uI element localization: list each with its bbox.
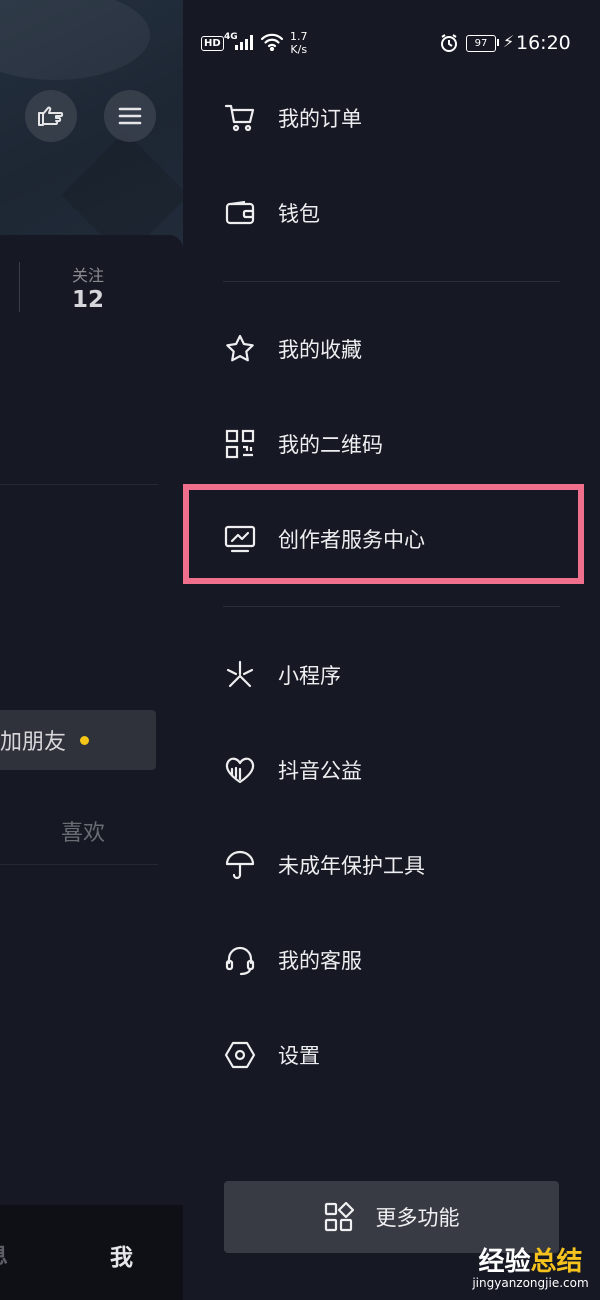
menu-item-label: 我的客服	[278, 949, 362, 973]
profile-page-background: 关注 12 加朋友 喜欢 息 我	[0, 0, 183, 1300]
cart-icon	[223, 101, 257, 135]
charging-icon: ⚡	[503, 32, 515, 51]
section-divider	[223, 606, 560, 607]
menu-item-charity[interactable]: 抖音公益	[223, 740, 563, 800]
signal-icon	[235, 34, 255, 50]
menu-item-label: 钱包	[278, 202, 320, 226]
wallet-icon	[223, 196, 257, 230]
add-friends-label: 加朋友	[0, 730, 67, 755]
stat-divider	[19, 262, 20, 312]
tab-divider	[0, 864, 158, 865]
network-speed: 1.7 K/s	[290, 30, 308, 56]
alarm-icon	[439, 33, 459, 53]
following-label[interactable]: 关注	[48, 262, 128, 286]
highlight-box	[183, 484, 584, 584]
wifi-icon	[260, 33, 284, 51]
menu-item-minor-protection[interactable]: 未成年保护工具	[223, 835, 563, 895]
menu-item-label: 我的订单	[278, 107, 362, 131]
bottom-nav	[0, 1205, 183, 1300]
watermark-url: jingyanzongjie.com	[472, 1276, 589, 1290]
cover-decoration	[0, 0, 150, 80]
battery-tip	[497, 39, 499, 46]
apps-grid-icon	[324, 1202, 354, 1232]
network-speed-value: 1.7	[290, 30, 308, 43]
hamburger-menu-icon	[118, 106, 142, 126]
nav-messages[interactable]: 息	[0, 1238, 8, 1270]
notification-dot	[80, 735, 90, 745]
headset-icon	[223, 943, 257, 977]
watermark-text-a: 经验	[478, 1247, 531, 1277]
tab-likes[interactable]: 喜欢	[48, 815, 118, 847]
menu-item-label: 小程序	[278, 664, 341, 688]
divider	[0, 484, 158, 485]
star-icon	[223, 332, 257, 366]
section-divider	[223, 281, 560, 282]
clock: 16:20	[516, 32, 571, 54]
menu-item-customer-service[interactable]: 我的客服	[223, 930, 563, 990]
qrcode-icon	[223, 427, 257, 461]
battery-level: 97	[466, 35, 496, 52]
menu-item-mini-programs[interactable]: 小程序	[223, 645, 563, 705]
menu-item-label: 我的收藏	[278, 338, 362, 362]
menu-item-wallet[interactable]: 钱包	[223, 183, 563, 243]
menu-item-settings[interactable]: 设置	[223, 1025, 563, 1085]
menu-item-label: 设置	[278, 1044, 320, 1068]
pointing-hand-icon	[36, 103, 66, 129]
more-features-label: 更多功能	[375, 1206, 460, 1230]
settings-hexagon-icon	[223, 1038, 257, 1072]
menu-item-label: 我的二维码	[278, 433, 383, 457]
watermark: 经验总结 jingyanzongjie.com	[463, 1248, 598, 1290]
menu-item-favorites[interactable]: 我的收藏	[223, 319, 563, 379]
menu-item-qrcode[interactable]: 我的二维码	[223, 414, 563, 474]
umbrella-icon	[223, 848, 257, 882]
side-drawer: HD 4G 1.7 K/s 97 ⚡ 16:20 我的订单 钱包 我的收藏 我的…	[183, 0, 600, 1300]
mini-program-icon	[223, 658, 257, 692]
visitor-button[interactable]	[25, 90, 77, 142]
hd-badge: HD	[201, 36, 224, 51]
nav-me[interactable]: 我	[110, 1238, 133, 1272]
charity-heart-icon	[223, 753, 257, 787]
menu-button[interactable]	[104, 90, 156, 142]
following-count[interactable]: 12	[48, 287, 128, 313]
menu-item-label: 抖音公益	[278, 759, 362, 783]
menu-item-orders[interactable]: 我的订单	[223, 88, 563, 148]
watermark-logo: 经验总结	[463, 1248, 598, 1276]
watermark-text-b: 总结	[530, 1247, 583, 1277]
profile-cover	[0, 0, 183, 260]
add-friends-button[interactable]: 加朋友	[0, 710, 156, 770]
more-features-button[interactable]: 更多功能	[224, 1181, 559, 1253]
menu-item-label: 未成年保护工具	[278, 854, 425, 878]
status-bar: HD 4G 1.7 K/s 97 ⚡ 16:20	[183, 28, 600, 62]
network-speed-unit: K/s	[290, 43, 308, 56]
